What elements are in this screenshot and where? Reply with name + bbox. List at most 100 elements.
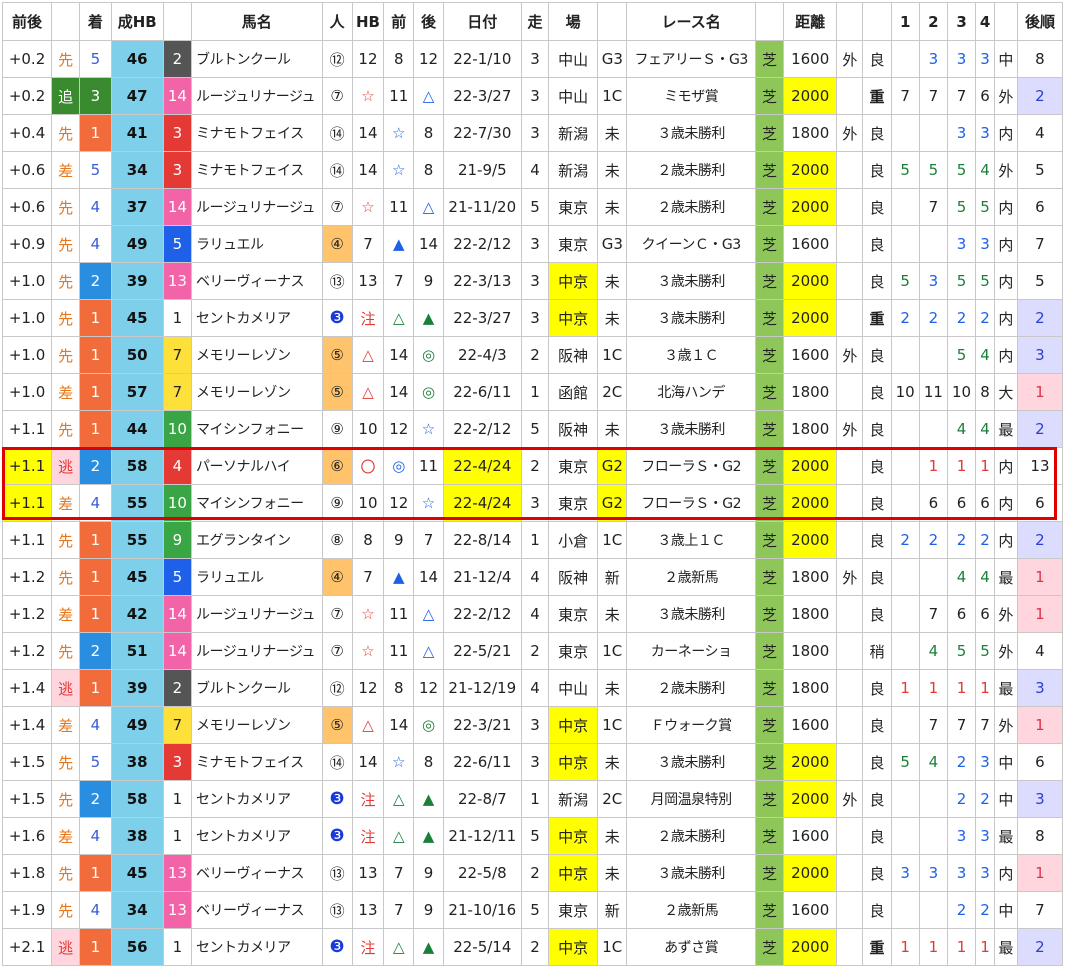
- table-row[interactable]: +0.2 先 5 46 2 ブルトンクール ⑫ 12 8 12 22-1/10 3 中山 G3 フェアリーＳ…: [1, 40, 1064, 78]
- corner-4-cell: 3: [975, 114, 995, 152]
- seihb-cell: 49: [110, 706, 164, 744]
- seihb-cell: 45: [110, 854, 164, 892]
- column-header-17[interactable]: [836, 2, 864, 41]
- column-header-0[interactable]: 前後: [1, 2, 53, 41]
- column-header-16[interactable]: 距離: [783, 2, 838, 41]
- table-row[interactable]: +1.5 先 5 38 3 ミナモトフェイス ⑭ 14 ☆ 8 22-6/11 3 中京未 ３歳未勝利芝 2…: [1, 743, 1064, 781]
- runstyle-cell: 差: [51, 151, 81, 189]
- column-header-19[interactable]: 1: [890, 2, 920, 41]
- column-header-1[interactable]: [51, 2, 81, 41]
- going-cell: 良: [862, 484, 892, 522]
- horse-number-cell: 10: [162, 484, 192, 522]
- corner-4-cell: 4: [975, 410, 995, 448]
- table-row[interactable]: +1.0 先 2 39 13 ベリーヴィーナス ⑬ 13 7 9 22-3/13 3 中京未 ３歳未勝利芝…: [1, 262, 1064, 300]
- column-header-13[interactable]: [597, 2, 628, 41]
- column-header-20[interactable]: 2: [918, 2, 948, 41]
- table-row[interactable]: +1.6 差 4 38 1 セントカメリア ❸ 注 △ ▲ 21-12/11 5 中京未 ２歳未勝利芝 16…: [1, 817, 1064, 855]
- column-header-21[interactable]: 3: [946, 2, 977, 41]
- hb-mark-cell: 10: [351, 484, 385, 522]
- column-header-8[interactable]: 前: [383, 2, 415, 41]
- going-cell: 良: [862, 706, 892, 744]
- table-row[interactable]: +1.0 差 1 57 7 メモリーレゾン ⑤ △ 14 ◎ 22-6/11 1 函館 2C 北海ハンデ芝 1…: [1, 373, 1064, 411]
- margin-cell: +0.6: [1, 188, 53, 226]
- corner-1-cell: [890, 595, 920, 633]
- class-cell: G2: [597, 447, 628, 485]
- date-cell: 22-2/12: [442, 225, 522, 263]
- column-header-7[interactable]: HB: [351, 2, 385, 41]
- table-row[interactable]: +1.9 先 4 34 13 ベリーヴィーナス ⑬ 13 7 9 21-10/16 5 東京新 ２歳新馬芝…: [1, 891, 1064, 929]
- track-side-cell: 外: [836, 114, 864, 152]
- margin-cell: +1.4: [1, 669, 53, 707]
- corner-3-cell: 6: [946, 484, 977, 522]
- column-header-2[interactable]: 着: [79, 2, 112, 41]
- column-header-4[interactable]: [162, 2, 192, 41]
- popularity-cell: ❸: [321, 928, 353, 966]
- table-row[interactable]: +0.4 先 1 41 3 ミナモトフェイス ⑭ 14 ☆ 8 22-7/30 3 新潟未 ３歳未勝利芝 1…: [1, 114, 1064, 152]
- corner-2-cell: [918, 891, 948, 929]
- position-cell: 内: [993, 336, 1018, 374]
- late-rank-cell: 1: [1016, 558, 1064, 596]
- table-row[interactable]: +1.8 先 1 45 13 ベリーヴィーナス ⑬ 13 7 9 22-5/8 2 中京未 ３歳未勝利芝 2…: [1, 854, 1064, 892]
- surface-cell: 芝: [754, 669, 785, 707]
- late-rank-cell: 1: [1016, 595, 1064, 633]
- column-header-11[interactable]: 走: [520, 2, 550, 41]
- table-row[interactable]: +0.6 先 4 37 14 ルージュリナージュ ⑦ ☆ 11 △ 21-11/20 5 東京未 ２歳未勝…: [1, 188, 1064, 226]
- table-row[interactable]: +1.4 逃 1 39 2 ブルトンクール ⑫ 12 8 12 21-12/19 4 中山未 ２歳未勝利芝…: [1, 669, 1064, 707]
- table-row[interactable]: +1.2 先 1 45 5 ラリュエル ④ 7 ▲ 14 21-12/4 4 阪神新 ２歳新馬芝 1800 外…: [1, 558, 1064, 596]
- back-mark-cell: 12: [413, 40, 444, 78]
- corner-2-cell: [918, 336, 948, 374]
- class-cell: 1C: [597, 336, 628, 374]
- margin-cell: +0.9: [1, 225, 53, 263]
- table-row[interactable]: +1.1 先 1 44 10 マイシンフォニー ⑨ 10 12 ☆ 22-2/12 5 阪神未 ３歳未勝利…: [1, 410, 1064, 448]
- column-header-18[interactable]: [862, 2, 892, 41]
- course-cell: 中京: [548, 299, 599, 337]
- going-cell: 良: [862, 669, 892, 707]
- table-row[interactable]: +1.4 差 4 49 7 メモリーレゾン ⑤ △ 14 ◎ 22-3/21 3 中京 1C Ｆウォーク賞芝…: [1, 706, 1064, 744]
- column-header-5[interactable]: 馬名: [190, 2, 323, 41]
- column-header-23[interactable]: [993, 2, 1018, 41]
- table-row[interactable]: +1.2 差 1 42 14 ルージュリナージュ ⑦ ☆ 11 △ 22-2/12 4 東京未 ３歳未勝利…: [1, 595, 1064, 633]
- table-row[interactable]: +2.1 逃 1 56 1 セントカメリア ❸ 注 △ ▲ 22-5/14 2 中京 1C あずさ賞芝 200…: [1, 928, 1064, 966]
- column-header-24[interactable]: 後順: [1016, 2, 1064, 41]
- column-header-10[interactable]: 日付: [442, 2, 522, 41]
- table-row[interactable]: +1.1 先 1 55 9 エグランタイン ⑧ 8 9 7 22-8/14 1 小倉 1C ３歳上１Ｃ 芝 20…: [1, 521, 1064, 559]
- table-row[interactable]: +0.9 先 4 49 5 ラリュエル ④ 7 ▲ 14 22-2/12 3 東京 G3 クイーンＣ・G3 芝…: [1, 225, 1064, 263]
- table-row[interactable]: +1.0 先 1 45 1 セントカメリア ❸ 注 △ ▲ 22-3/27 3 中京未 ３歳未勝利芝 200…: [1, 299, 1064, 337]
- seihb-cell: 55: [110, 484, 164, 522]
- column-header-12[interactable]: 場: [548, 2, 599, 41]
- table-row[interactable]: +1.5 先 2 58 1 セントカメリア ❸ 注 △ ▲ 22-8/7 1 新潟 2C 月岡温泉特別芝 20…: [1, 780, 1064, 818]
- finish-cell: 4: [79, 706, 112, 744]
- column-header-15[interactable]: [754, 2, 785, 41]
- table-row[interactable]: +1.1 差 4 55 10 マイシンフォニー ⑨ 10 12 ☆ 22-4/24 3 東京 G2 フローラ…: [1, 484, 1064, 522]
- distance-cell: 1800: [783, 410, 838, 448]
- column-header-9[interactable]: 後: [413, 2, 444, 41]
- column-header-3[interactable]: 成HB: [110, 2, 164, 41]
- front-mark-cell: ☆: [383, 114, 415, 152]
- table-row[interactable]: +0.2 追 3 47 14 ルージュリナージュ ⑦ ☆ 11 △ 22-3/27 3 中山 1C ミモザ賞…: [1, 77, 1064, 115]
- position-cell: 内: [993, 521, 1018, 559]
- horse-number-cell: 1: [162, 817, 192, 855]
- runs-cell: 3: [520, 484, 550, 522]
- track-side-cell: [836, 225, 864, 263]
- race-name-cell: フローラＳ・G2: [626, 447, 756, 485]
- table-row[interactable]: +1.0 先 1 50 7 メモリーレゾン ⑤ △ 14 ◎ 22-4/3 2 阪神 1C ３歳１Ｃ 芝 160…: [1, 336, 1064, 374]
- distance-cell: 2000: [783, 743, 838, 781]
- margin-cell: +1.8: [1, 854, 53, 892]
- column-header-22[interactable]: 4: [975, 2, 995, 41]
- corner-2-cell: 1: [918, 928, 948, 966]
- corner-1-cell: [890, 225, 920, 263]
- column-header-6[interactable]: 人: [321, 2, 353, 41]
- column-header-14[interactable]: レース名: [626, 2, 756, 41]
- back-mark-cell: 9: [413, 262, 444, 300]
- track-side-cell: [836, 521, 864, 559]
- margin-cell: +0.2: [1, 77, 53, 115]
- horse-name-cell: メモリーレゾン: [190, 373, 323, 411]
- horse-number-cell: 14: [162, 77, 192, 115]
- race-name-cell: ３歳未勝利: [626, 410, 756, 448]
- track-side-cell: [836, 706, 864, 744]
- table-row[interactable]: +1.2 先 2 51 14 ルージュリナージュ ⑦ ☆ 11 △ 22-5/21 2 東京 1C カーネー…: [1, 632, 1064, 670]
- table-row[interactable]: +0.6 差 5 34 3 ミナモトフェイス ⑭ 14 ☆ 8 21-9/5 4 新潟未 ２歳未勝利芝 20…: [1, 151, 1064, 189]
- race-name-cell: ３歳未勝利: [626, 854, 756, 892]
- table-row[interactable]: +1.1 逃 2 58 4 パーソナルハイ ⑥ 〇 ◎ 11 22-4/24 2 東京 G2 フローラＳ・G…: [1, 447, 1064, 485]
- finish-cell: 2: [79, 780, 112, 818]
